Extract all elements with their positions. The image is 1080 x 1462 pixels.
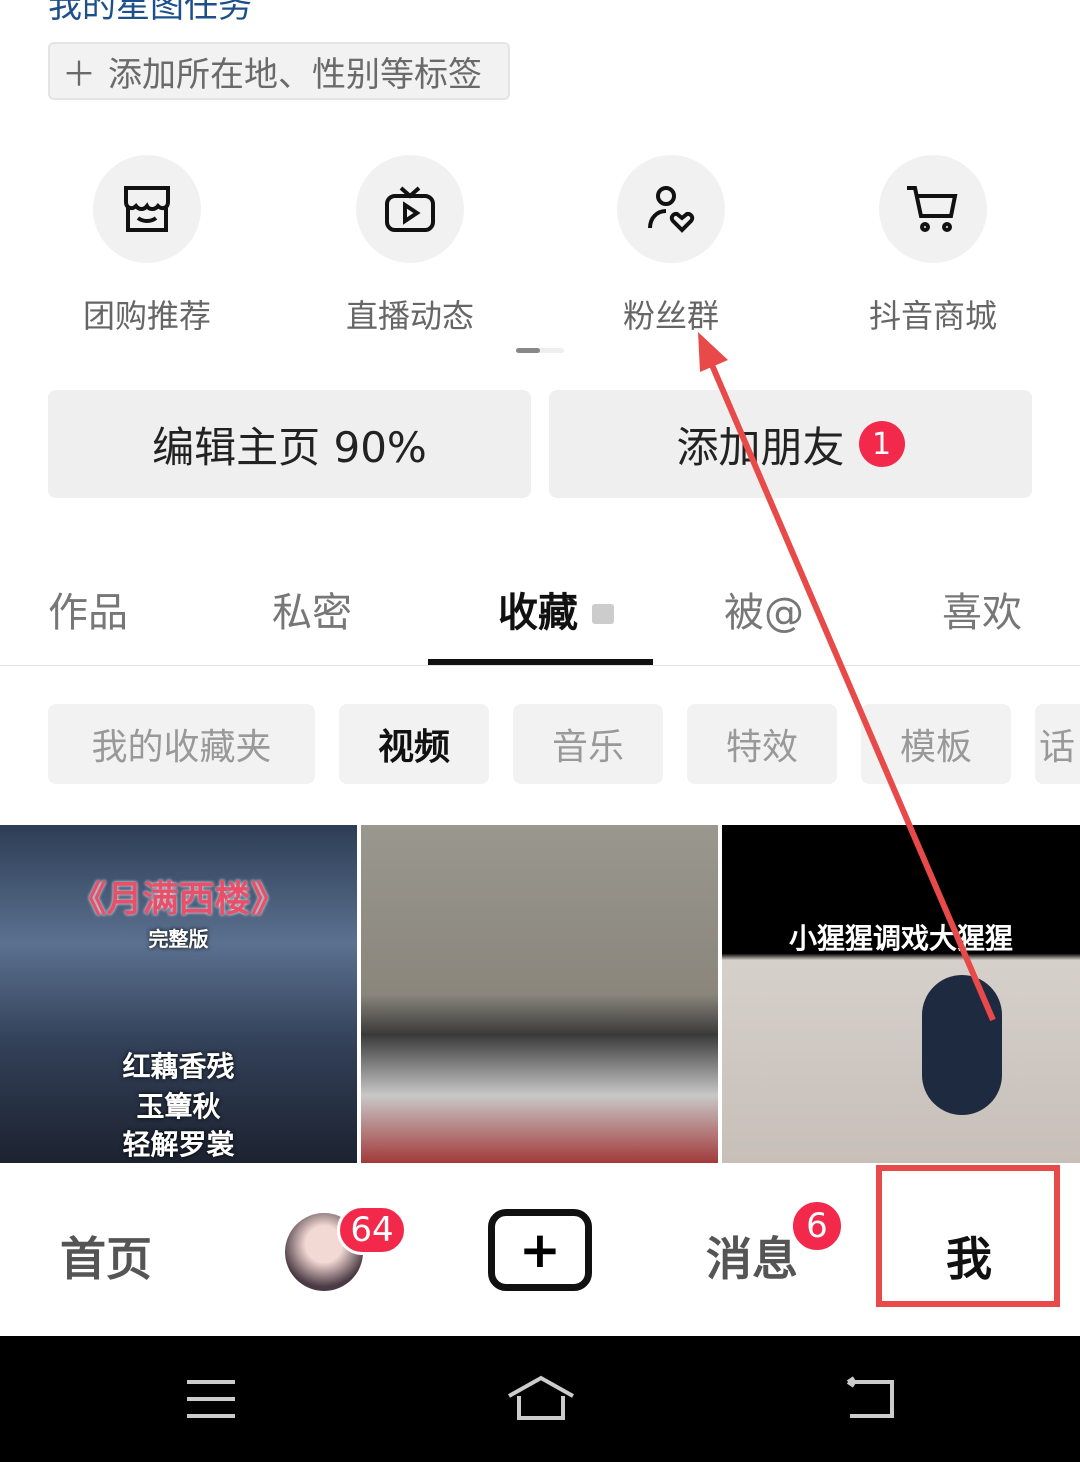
arrow-head-icon (698, 332, 728, 372)
annotation-box (876, 1165, 1060, 1307)
annotation-overlay (698, 332, 1060, 1307)
annotation-arrow (709, 363, 996, 1022)
